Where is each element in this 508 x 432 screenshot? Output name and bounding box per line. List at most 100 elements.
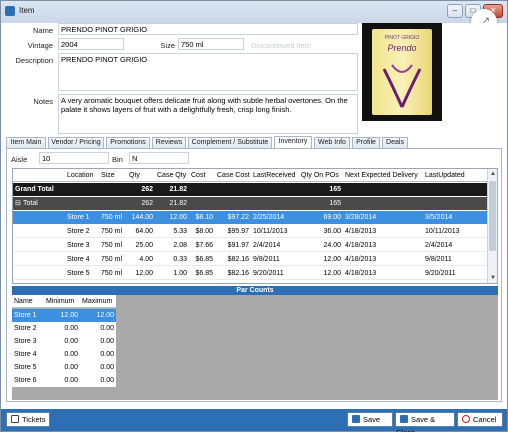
- total-qty-on-pos: 165: [329, 200, 341, 207]
- par-row[interactable]: Store 1 12.00 12.00: [12, 309, 116, 322]
- cell-qty: 64.00: [135, 228, 153, 235]
- cell-case-qty: 5.33: [173, 228, 187, 235]
- par-cell-name: Store 2: [14, 325, 37, 332]
- cell-case-cost: $97.22: [227, 214, 249, 221]
- grand-total-qty-on-pos: 165: [329, 186, 341, 193]
- cell-last-received: 2/25/2014: [253, 214, 285, 221]
- col-last-updated[interactable]: LastUpdated: [423, 169, 487, 182]
- cell-case-qty: 12.00: [169, 214, 187, 221]
- par-counts-grid[interactable]: Name Minimum Maximum Store 1 12.00 12.00…: [12, 295, 498, 400]
- vintage-field[interactable]: 2004: [58, 38, 124, 50]
- col-qty-on-pos[interactable]: Qty On POs: [299, 169, 343, 182]
- cancel-button[interactable]: Cancel: [457, 412, 503, 427]
- col-cost[interactable]: Cost: [189, 169, 215, 182]
- table-row[interactable]: Store 3 750 ml 25.00 2.08 $7.66 $91.97 2…: [13, 239, 487, 252]
- ticket-icon: [11, 415, 19, 423]
- col-expander[interactable]: [13, 169, 65, 182]
- cancel-icon: [462, 415, 470, 423]
- par-row[interactable]: Store 2 0.00 0.00: [12, 322, 116, 335]
- par-cell-maximum: 0.00: [100, 351, 114, 358]
- cell-qty: 144.00: [131, 214, 153, 221]
- cancel-label: Cancel: [473, 415, 497, 424]
- cell-qty-on-pos: 12.00: [323, 270, 341, 277]
- par-col-maximum[interactable]: Maximum: [80, 295, 116, 308]
- save-icon: [352, 415, 360, 423]
- item-window: Item – □ ✕ ⤢ Name PRENDO PINOT GRIGIO Vi…: [0, 0, 508, 432]
- par-cell-minimum: 0.00: [64, 377, 78, 384]
- table-row[interactable]: Store 2 750 ml 64.00 5.33 $8.00 $95.97 1…: [13, 225, 487, 238]
- grand-total-qty: 262: [141, 186, 153, 193]
- cell-cost: $6.85: [195, 256, 213, 263]
- par-row[interactable]: Store 3 0.00 0.00: [12, 335, 116, 348]
- save-button[interactable]: Save: [347, 412, 393, 427]
- col-size[interactable]: Size: [99, 169, 127, 182]
- cell-qty-on-pos: 69.00: [323, 214, 341, 221]
- col-last-received[interactable]: LastReceived: [251, 169, 299, 182]
- total-label: Total: [23, 200, 38, 207]
- grid-header-row: Location Size Qty Case Qty Cost Case Cos…: [13, 169, 487, 182]
- par-row[interactable]: Store 5 0.00 0.00: [12, 361, 116, 374]
- name-label: Name: [32, 26, 53, 35]
- grand-total-label: Grand Total: [15, 186, 54, 193]
- scroll-down-icon[interactable]: ▼: [488, 273, 497, 283]
- cell-case-qty: 0.33: [173, 256, 187, 263]
- grand-total-row[interactable]: Grand Total 262 21.82 165: [13, 183, 487, 196]
- save-close-icon: [400, 415, 408, 423]
- description-label: Description: [15, 56, 53, 65]
- grid-scrollbar[interactable]: ▲ ▼: [487, 169, 497, 283]
- par-cell-name: Store 6: [14, 377, 37, 384]
- par-cell-minimum: 0.00: [64, 338, 78, 345]
- cell-cost: $6.85: [195, 270, 213, 277]
- aisle-field[interactable]: 10: [39, 152, 109, 164]
- description-field[interactable]: PRENDO PINOT GRIGIO: [58, 53, 358, 91]
- table-row[interactable]: Store 1 750 ml 144.00 12.00 $8.10 $97.22…: [13, 211, 487, 224]
- cell-last-received: 10/11/2013: [253, 228, 288, 235]
- par-row[interactable]: Store 4 0.00 0.00: [12, 348, 116, 361]
- cell-last-updated: 9/20/2011: [425, 270, 456, 277]
- par-cell-minimum: 0.00: [64, 364, 78, 371]
- cell-location: Store 1: [67, 214, 90, 221]
- tickets-button[interactable]: Tickets: [6, 412, 50, 427]
- col-location[interactable]: Location: [65, 169, 99, 182]
- cell-size: 750 ml: [101, 270, 123, 277]
- notes-field[interactable]: A very aromatic bouquet offers delicate …: [58, 94, 358, 134]
- total-row[interactable]: ⊟ Total 262 21.82 165: [13, 197, 487, 210]
- size-field[interactable]: 750 ml: [178, 38, 244, 50]
- app-icon: [5, 6, 15, 16]
- cell-size: 750 ml: [101, 228, 123, 235]
- bottle-label-image: PINOT GRIGIO Prendo: [372, 29, 432, 115]
- save-close-button[interactable]: Save & Close: [395, 412, 455, 432]
- cell-last-received: 2/4/2014: [253, 242, 281, 249]
- minimize-button[interactable]: –: [447, 4, 463, 18]
- collapse-icon[interactable]: ⊟: [13, 197, 21, 210]
- vintage-label: Vintage: [27, 41, 53, 50]
- cell-qty: 4.00: [139, 256, 153, 263]
- window-title: Item: [19, 6, 35, 15]
- product-image[interactable]: PINOT GRIGIO Prendo: [362, 23, 442, 121]
- par-row[interactable]: Store 6 0.00 0.00: [12, 374, 116, 387]
- col-case-cost[interactable]: Case Cost: [215, 169, 251, 182]
- par-cell-minimum: 0.00: [64, 351, 78, 358]
- save-label: Save: [363, 415, 381, 424]
- cell-location: Store 4: [67, 256, 90, 263]
- title-bar[interactable]: Item – □ ✕: [1, 1, 507, 23]
- cell-size: 750 ml: [101, 242, 123, 249]
- cell-qty: 25.00: [135, 242, 153, 249]
- scroll-up-icon[interactable]: ▲: [488, 169, 497, 179]
- cell-next-delivery: 4/18/2013: [345, 228, 377, 235]
- scroll-thumb[interactable]: [489, 181, 496, 251]
- name-field[interactable]: PRENDO PINOT GRIGIO: [58, 23, 358, 35]
- cell-last-updated: 3/5/2014: [425, 214, 453, 221]
- par-cell-name: Store 5: [14, 364, 37, 371]
- col-next-expected-delivery[interactable]: Next Expected Delivery: [343, 169, 423, 182]
- col-case-qty[interactable]: Case Qty: [155, 169, 189, 182]
- bin-field[interactable]: N: [129, 152, 189, 164]
- table-row[interactable]: Store 4 750 ml 4.00 0.33 $6.85 $82.16 9/…: [13, 253, 487, 266]
- cell-cost: $7.66: [195, 242, 213, 249]
- cell-last-updated: 10/11/2013: [425, 228, 460, 235]
- table-row[interactable]: Store 5 750 ml 12.00 1.00 $6.85 $82.16 9…: [13, 267, 487, 280]
- par-col-name[interactable]: Name: [12, 295, 44, 308]
- inventory-grid[interactable]: Location Size Qty Case Qty Cost Case Cos…: [12, 168, 498, 284]
- col-qty[interactable]: Qty: [127, 169, 155, 182]
- par-col-minimum[interactable]: Minimum: [44, 295, 80, 308]
